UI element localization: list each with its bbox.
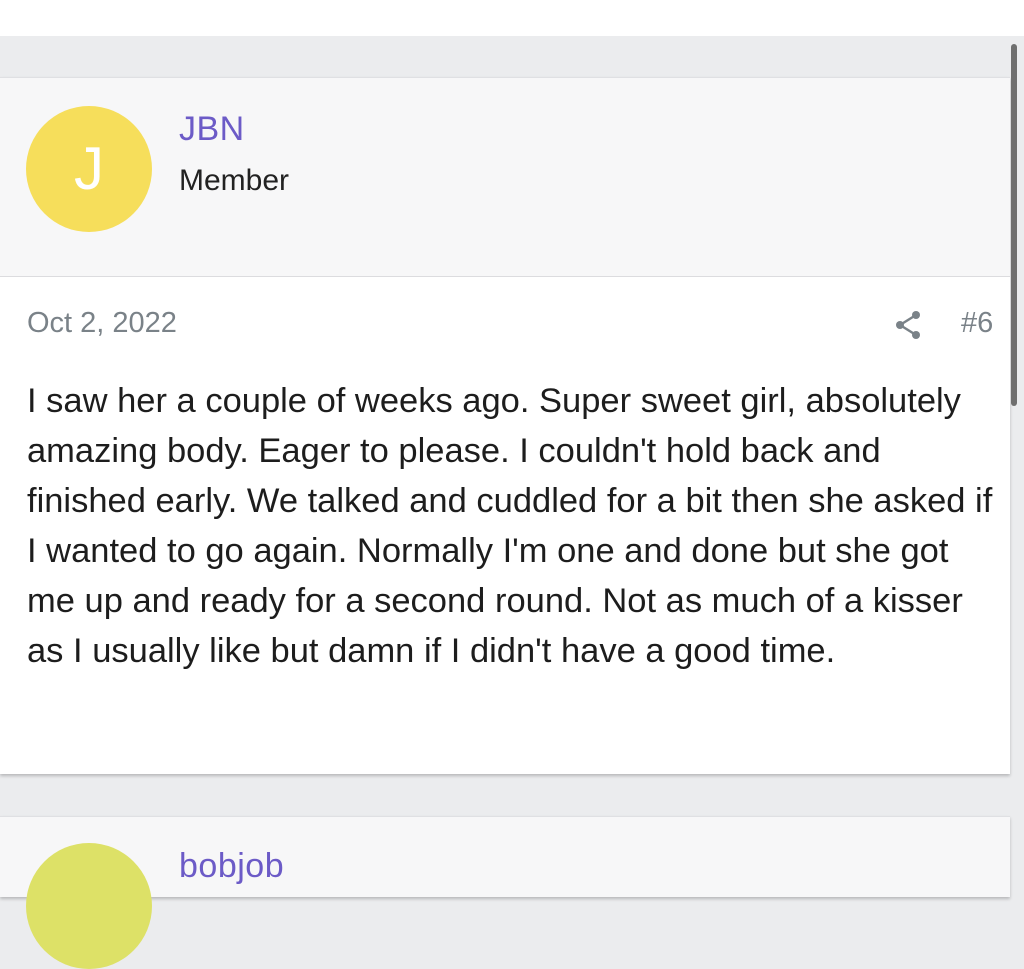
share-icon[interactable] — [893, 309, 923, 341]
post-body: I saw her a couple of weeks ago. Super s… — [27, 382, 993, 670]
avatar-letter: J — [74, 135, 104, 202]
avatar[interactable]: J — [26, 106, 152, 232]
post-date[interactable]: Oct 2, 2022 — [27, 307, 177, 340]
username-link[interactable]: JBN — [179, 110, 245, 149]
username-link[interactable]: bobjob — [179, 847, 284, 886]
forum-post: bobjob — [0, 816, 1010, 969]
top-app-bar — [0, 0, 1024, 36]
post-author-header: bobjob — [0, 817, 1010, 969]
avatar[interactable] — [26, 843, 152, 969]
user-role: Member — [179, 164, 290, 197]
post-number-link[interactable]: #6 — [961, 307, 993, 340]
scrollbar[interactable] — [1011, 44, 1017, 406]
post-author-header: J JBN Member — [0, 78, 1010, 277]
forum-post: J JBN Member Oct 2, 2022 #6 I saw her a … — [0, 77, 1010, 774]
